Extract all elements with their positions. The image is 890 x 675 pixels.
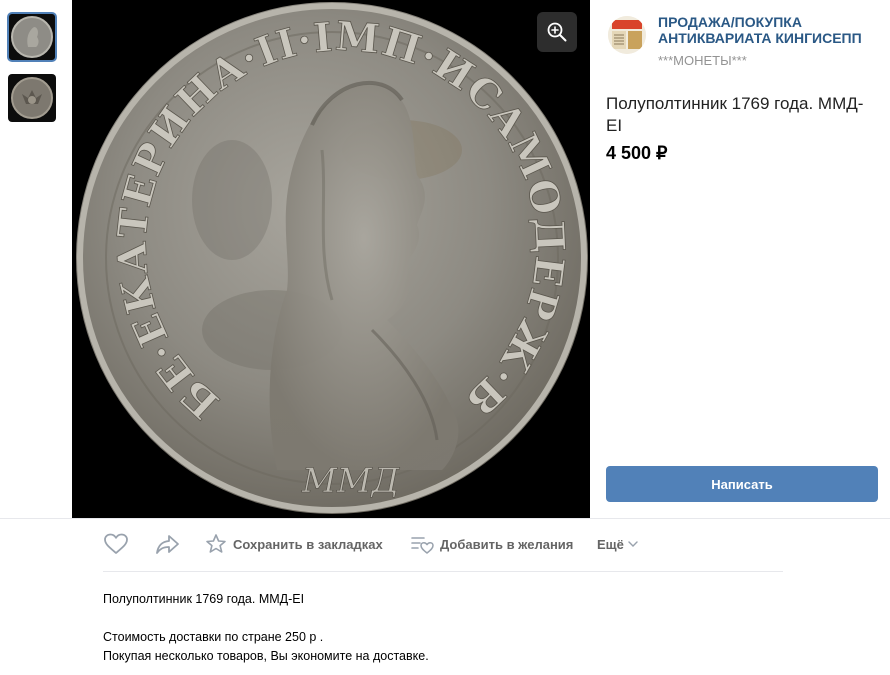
bookmark-label: Сохранить в закладках xyxy=(233,536,383,552)
more-button[interactable]: Ещё xyxy=(597,530,639,558)
thumbnail-reverse[interactable] xyxy=(8,74,56,122)
divider xyxy=(0,518,890,519)
thumbnail-strip xyxy=(7,12,57,135)
thumbnail-obverse[interactable] xyxy=(7,12,57,62)
seller-logo[interactable] xyxy=(608,16,646,54)
star-icon xyxy=(206,534,226,553)
heart-icon xyxy=(104,533,128,554)
description-line: Полуполтинник 1769 года. ММД-EI xyxy=(103,592,305,606)
seller-logo-image xyxy=(608,16,646,54)
divider xyxy=(103,571,783,572)
product-title: Полуполтинник 1769 года. ММД-EI xyxy=(606,94,864,135)
coin-image: БЕ·ЕКАТЕРИНА·II·IМП·ИСАМОДЕРЖ·ВСЕРОС· ММ… xyxy=(72,0,590,518)
share-arrow-icon xyxy=(156,535,179,554)
seller-name-link[interactable]: ПРОДАЖА/ПОКУПКА АНТИКВАРИАТА КИНГИСЕПП xyxy=(658,14,883,46)
description-line: Покупая несколько товаров, Вы экономите … xyxy=(103,649,429,663)
product-price: 4 500 ₽ xyxy=(606,143,668,163)
product-photo[interactable]: БЕ·ЕКАТЕРИНА·II·IМП·ИСАМОДЕРЖ·ВСЕРОС· ММ… xyxy=(72,0,590,518)
share-button[interactable] xyxy=(155,530,181,558)
product-description: Полуполтинник 1769 года. ММД-EI Стоимост… xyxy=(103,590,783,666)
action-bar: Сохранить в закладках Добавить в желания… xyxy=(103,530,783,558)
zoom-in-icon xyxy=(547,22,567,42)
write-button[interactable]: Написать xyxy=(606,466,878,502)
zoom-button[interactable] xyxy=(537,12,577,52)
description-line: Стоимость доставки по стране 250 р . xyxy=(103,630,324,644)
coin-mint-mark: ММД xyxy=(301,461,401,501)
wishlist-label: Добавить в желания xyxy=(440,536,574,552)
wishlist-button[interactable]: Добавить в желания xyxy=(410,530,573,558)
bookmark-button[interactable]: Сохранить в закладках xyxy=(205,530,383,558)
chevron-down-icon xyxy=(628,541,638,547)
more-label: Ещё xyxy=(597,536,624,552)
wishlist-icon xyxy=(411,537,434,554)
seller-subtitle: ***МОНЕТЫ*** xyxy=(658,53,747,68)
seller-block: ПРОДАЖА/ПОКУПКА АНТИКВАРИАТА КИНГИСЕПП *… xyxy=(606,14,886,70)
like-button[interactable] xyxy=(103,530,129,558)
